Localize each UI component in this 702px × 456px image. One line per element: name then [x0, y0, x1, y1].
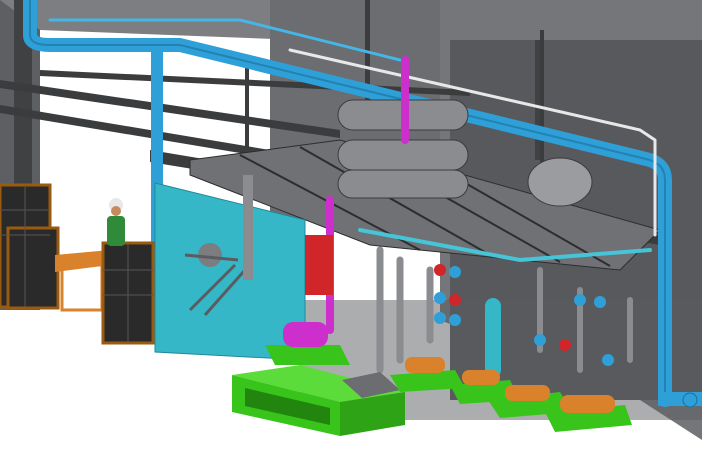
- worker: [107, 198, 125, 246]
- vessel: [337, 139, 469, 171]
- vessel-tank: [527, 157, 593, 207]
- worker-head: [111, 206, 121, 216]
- panel-dial: [198, 243, 222, 267]
- plant-scene: [0, 0, 702, 440]
- vessel-vertical: [485, 298, 501, 378]
- cage: [6, 226, 60, 310]
- hanger-rod: [540, 30, 544, 180]
- conveyor-legs: [60, 263, 104, 312]
- red-pipe-block: [305, 235, 333, 295]
- worker-body: [107, 216, 125, 246]
- pipe-end-valve: [682, 392, 698, 408]
- storage-cages: [0, 183, 155, 345]
- vessel: [337, 169, 469, 199]
- panel-column: [243, 175, 253, 280]
